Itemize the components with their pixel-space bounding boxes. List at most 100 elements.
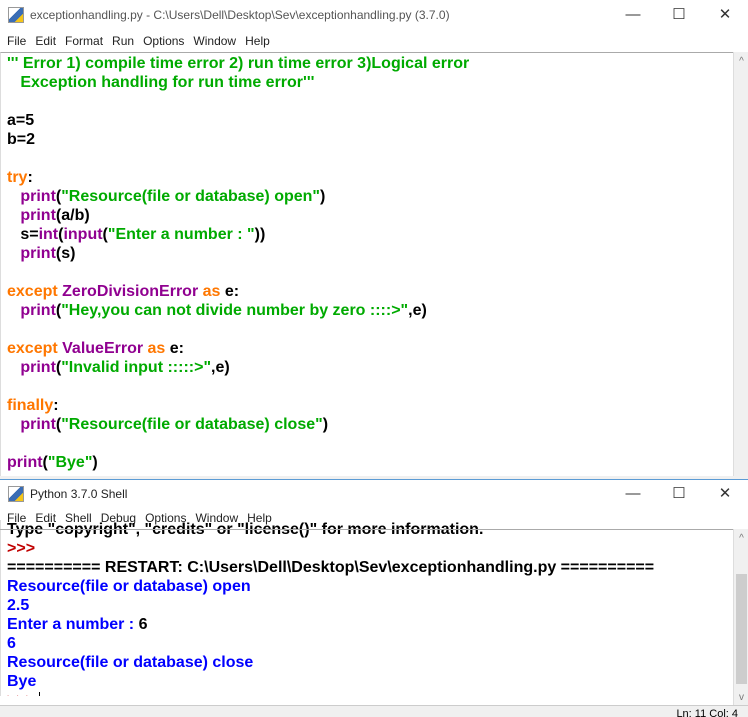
code-token: 6: [138, 616, 148, 633]
shell-close-button[interactable]: ✕: [702, 480, 748, 507]
code-token: ,e): [211, 359, 230, 376]
code-line: except ZeroDivisionError as e:: [1, 282, 733, 301]
code-token: print: [20, 245, 56, 262]
close-button[interactable]: ✕: [702, 0, 748, 30]
status-bar: Ln: 11 Col: 4: [0, 705, 748, 717]
menu-window[interactable]: Window: [189, 34, 241, 48]
code-token: >>>: [7, 540, 40, 557]
code-token: ========== RESTART: C:\Users\Dell\Deskto…: [7, 559, 655, 576]
code-token: Resource(file or database) close: [7, 654, 254, 671]
code-token: int: [38, 226, 59, 243]
code-token: finally: [7, 397, 54, 414]
menu-file[interactable]: File: [3, 34, 31, 48]
code-token: :: [27, 169, 33, 186]
code-token: print: [20, 207, 56, 224]
editor-title: exceptionhandling.py - C:\Users\Dell\Des…: [30, 8, 450, 22]
code-token: "Resource(file or database) open": [61, 188, 321, 205]
menu-run[interactable]: Run: [108, 34, 139, 48]
code-token: 6: [7, 635, 16, 652]
code-line: finally:: [1, 396, 733, 415]
code-token: "Enter a number : ": [107, 226, 255, 243]
code-token: )): [254, 226, 266, 243]
code-token: 2.5: [7, 597, 30, 614]
menu-edit[interactable]: Edit: [31, 34, 61, 48]
code-token: e:: [169, 340, 184, 357]
code-line: print(s): [1, 244, 733, 263]
code-line: b=2: [1, 130, 733, 149]
code-line: ''' Error 1) compile time error 2) run t…: [1, 54, 733, 73]
code-token: "Hey,you can not divide number by zero :…: [61, 302, 409, 319]
scroll-up-icon[interactable]: ^: [734, 56, 748, 67]
code-line: print("Resource(file or database) open"): [1, 187, 733, 206]
code-line: print("Resource(file or database) close"…: [1, 415, 733, 434]
minimize-button[interactable]: —: [610, 0, 656, 30]
code-line: print("Hey,you can not divide number by …: [1, 301, 733, 320]
code-token: b=2: [7, 131, 36, 148]
scroll-thumb[interactable]: [736, 574, 747, 684]
shell-minimize-button[interactable]: —: [610, 480, 656, 507]
code-token: print: [7, 454, 43, 471]
code-line: 6: [1, 634, 733, 653]
code-line: except ValueError as e:: [1, 339, 733, 358]
code-token: "Bye": [47, 454, 93, 471]
code-line: >>>: [1, 691, 733, 696]
code-line: Resource(file or database) open: [1, 577, 733, 596]
scroll-down-icon[interactable]: v: [734, 692, 748, 703]
code-line: Bye: [1, 672, 733, 691]
code-token: ,e): [408, 302, 427, 319]
editor-titlebar: exceptionhandling.py - C:\Users\Dell\Des…: [0, 0, 748, 30]
shell-titlebar: Python 3.7.0 Shell — ☐ ✕: [0, 480, 748, 507]
code-editor[interactable]: ''' Error 1) compile time error 2) run t…: [0, 52, 733, 476]
code-token: ValueError: [62, 340, 148, 357]
shell-scrollbar[interactable]: ^ v: [733, 529, 748, 705]
shell-title: Python 3.7.0 Shell: [30, 486, 128, 501]
code-line: Enter a number : 6: [1, 615, 733, 634]
menu-help[interactable]: Help: [241, 34, 275, 48]
code-token: ZeroDivisionError: [62, 283, 203, 300]
code-line: print("Bye"): [1, 453, 733, 472]
editor-scrollbar[interactable]: ^: [733, 52, 748, 476]
code-token: (a/b): [55, 207, 90, 224]
editor-window: exceptionhandling.py - C:\Users\Dell\Des…: [0, 0, 748, 476]
menu-options[interactable]: Options: [139, 34, 189, 48]
code-token: Enter a number :: [7, 616, 139, 633]
code-token: ): [320, 188, 326, 205]
code-token: print: [20, 302, 56, 319]
code-token: ): [92, 454, 98, 471]
shell-output[interactable]: Type "copyright", "credits" or "license(…: [0, 520, 733, 696]
code-token: ): [322, 416, 329, 433]
code-token: ''' Error 1) compile time error 2) run t…: [7, 55, 470, 72]
code-token: s=: [7, 226, 39, 243]
code-line: print(a/b): [1, 206, 733, 225]
code-token: >>>: [7, 692, 39, 696]
scroll-up-icon[interactable]: ^: [734, 533, 748, 544]
code-token: e:: [224, 283, 240, 300]
code-token: print: [20, 188, 56, 205]
python-shell-icon: [8, 485, 24, 502]
maximize-button[interactable]: ☐: [656, 0, 702, 30]
shell-window: Python 3.7.0 Shell — ☐ ✕ File Edit Shell De…: [0, 480, 748, 717]
code-token: (s): [55, 245, 76, 262]
menu-format[interactable]: Format: [61, 34, 108, 48]
code-token: as: [202, 283, 225, 300]
code-token: print: [20, 416, 56, 433]
code-token: :: [53, 397, 59, 414]
code-token: Resource(file or database) open: [7, 578, 251, 595]
editor-menubar: File Edit Format Run Options Window Help: [0, 30, 748, 52]
code-token: as: [147, 340, 170, 357]
code-token: a=5: [7, 112, 35, 129]
shell-maximize-button[interactable]: ☐: [656, 480, 702, 507]
code-line: try:: [1, 168, 733, 187]
python-file-icon: [8, 7, 24, 23]
